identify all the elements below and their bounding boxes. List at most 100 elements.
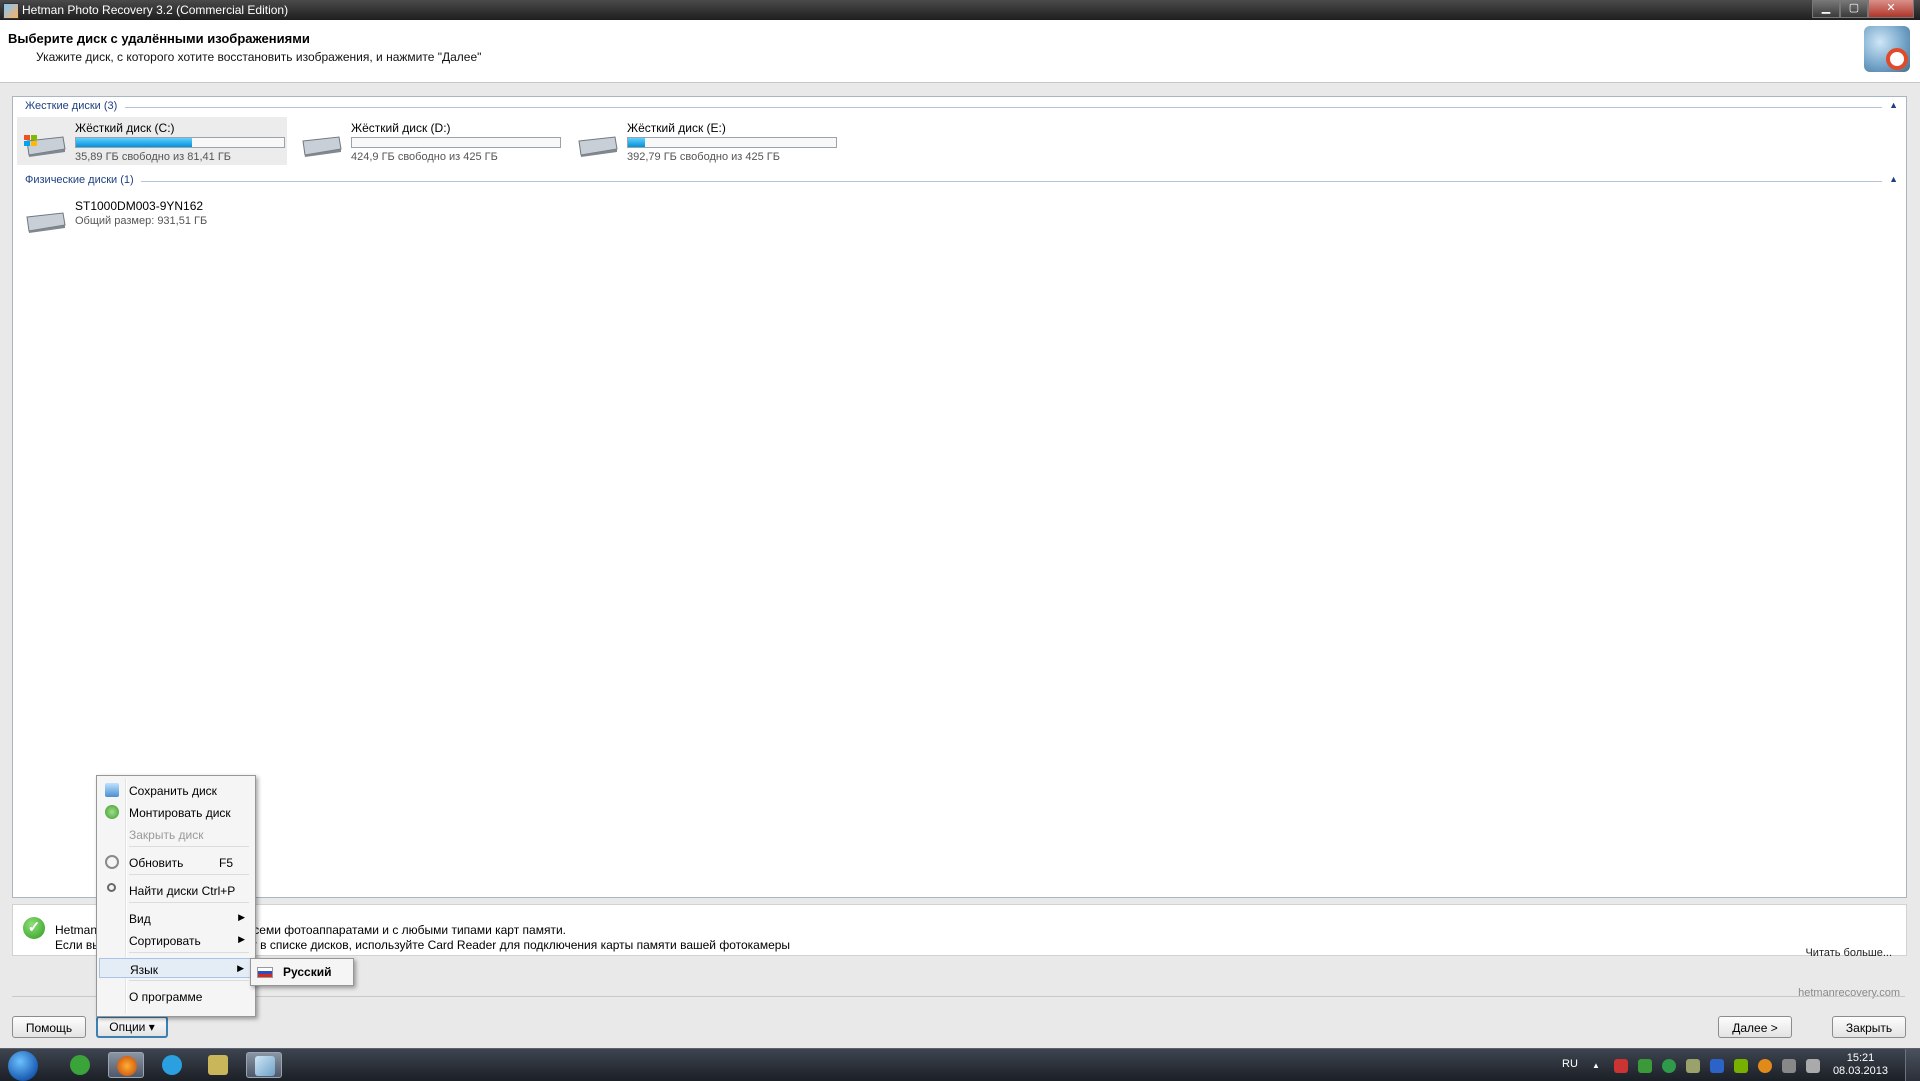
options-button[interactable]: Опции ▾ [96, 1016, 168, 1038]
menu-item-close-disk: Закрыть диск [129, 828, 204, 842]
hard-disk-icon [26, 212, 66, 233]
close-window-button[interactable]: ✕ [1868, 0, 1914, 18]
disk-total-size: Общий размер: 931,51 ГБ [75, 215, 208, 227]
flag-tray-icon[interactable] [1614, 1059, 1628, 1073]
hard-disk-icon [578, 136, 618, 157]
disk-usage-fill [76, 138, 193, 147]
collapse-hard-disks-icon[interactable]: ▲ [1889, 100, 1898, 110]
group-divider [125, 107, 1882, 108]
system-disk-icon [24, 135, 66, 157]
save-disk-icon [105, 783, 119, 797]
submenu-arrow-icon: ▶ [238, 934, 245, 944]
show-desktop-button[interactable] [1905, 1049, 1920, 1081]
options-menu: Сохранить диск Монтировать диск Закрыть … [96, 775, 256, 1017]
window-title: Hetman Photo Recovery 3.2 (Commercial Ed… [22, 3, 289, 17]
hard-disks-group-label: Жесткие диски (3) [25, 100, 118, 112]
next-button[interactable]: Далее > [1718, 1016, 1792, 1038]
network-tray-icon[interactable] [1782, 1059, 1796, 1073]
disk-free-space: 392,79 ГБ свободно из 425 ГБ [627, 151, 780, 163]
disk-usage-bar [627, 137, 837, 148]
menu-item-sort[interactable]: Сортировать ▶ [99, 930, 251, 950]
app-icon [3, 3, 19, 19]
nvidia-tray-icon[interactable] [1734, 1059, 1748, 1073]
menu-item-view[interactable]: Вид ▶ [99, 908, 251, 928]
utorrent-tray-icon[interactable] [1662, 1059, 1676, 1073]
footer-divider [12, 996, 1905, 997]
menu-separator [129, 874, 249, 875]
disk-usage-bar [351, 137, 561, 148]
photo-recovery-icon [255, 1056, 275, 1076]
find-disks-icon [107, 883, 116, 892]
close-button[interactable]: Закрыть [1832, 1016, 1906, 1038]
close-icon: ✕ [1886, 2, 1896, 14]
minimize-button[interactable]: ▁ [1812, 0, 1840, 18]
disk-usage-fill [628, 138, 645, 147]
taskbar: RU ▲ 15:21 08.03.2013 [0, 1048, 1920, 1081]
taskbar-app-utorrent[interactable] [62, 1052, 98, 1078]
checkmark-icon: ✓ [23, 917, 45, 939]
volume-tray-icon[interactable] [1806, 1059, 1820, 1073]
physical-disk-item[interactable]: ST1000DM003-9YN162 Общий размер: 931,51 … [17, 193, 287, 241]
taskbar-app-tools[interactable] [200, 1052, 236, 1078]
disk-item-d[interactable]: Жёсткий диск (D:) 424,9 ГБ свободно из 4… [293, 117, 563, 165]
maximize-icon: ▢ [1848, 2, 1860, 14]
firefox-icon [117, 1056, 137, 1076]
menu-item-about[interactable]: О программе [99, 986, 251, 1006]
menu-item-mount-disk[interactable]: Монтировать диск [99, 802, 251, 822]
clock-time: 15:21 [1846, 1052, 1875, 1064]
refresh-icon [105, 855, 119, 869]
taskbar-app-photo-recovery[interactable] [246, 1052, 282, 1078]
menu-item-language[interactable]: Язык ▶ [99, 958, 251, 978]
antivirus-tray-icon[interactable] [1638, 1059, 1652, 1073]
clock[interactable]: 15:21 08.03.2013 [1833, 1052, 1888, 1078]
page-subtitle: Укажите диск, с которого хотите восстано… [36, 50, 482, 64]
menu-item-refresh[interactable]: Обновить F5 [99, 852, 251, 872]
disk-free-space: 35,89 ГБ свободно из 81,41 ГБ [75, 151, 231, 163]
menu-separator [129, 846, 249, 847]
disk-name: Жёсткий диск (D:) [351, 121, 451, 135]
disk-item-c[interactable]: Жёсткий диск (C:) 35,89 ГБ свободно из 8… [17, 117, 287, 165]
russian-flag-icon [257, 967, 273, 978]
disk-usage-bar [75, 137, 285, 148]
page-title: Выберите диск с удалёнными изображениями [8, 31, 310, 46]
tools-tray-icon[interactable] [1686, 1059, 1700, 1073]
language-indicator[interactable]: RU [1562, 1058, 1578, 1070]
taskbar-app-firefox[interactable] [108, 1052, 144, 1078]
maximize-button[interactable]: ▢ [1840, 0, 1868, 18]
taskbar-app-zona[interactable] [154, 1052, 190, 1078]
language-option-russian[interactable]: Русский [283, 965, 332, 979]
disk-name: Жёсткий диск (C:) [75, 121, 175, 135]
power-tray-icon[interactable] [1758, 1059, 1772, 1073]
menu-separator [129, 980, 249, 981]
submenu-arrow-icon: ▶ [238, 912, 245, 922]
app-logo-icon [1864, 26, 1910, 72]
site-link: hetmanrecovery.com [1798, 987, 1900, 999]
wizard-header: Выберите диск с удалёнными изображениями… [0, 20, 1920, 83]
start-button-icon[interactable] [8, 1051, 38, 1081]
help-button[interactable]: Помощь [12, 1016, 86, 1038]
group-divider [141, 181, 1882, 182]
menu-item-save-disk[interactable]: Сохранить диск [99, 780, 251, 800]
disk-list-panel: Жесткие диски (3) ▲ Жёсткий диск (C:) 35… [12, 96, 1907, 898]
app-tray-icon[interactable] [1710, 1059, 1724, 1073]
tools-icon [208, 1055, 228, 1075]
show-hidden-icons-icon[interactable]: ▲ [1592, 1061, 1606, 1075]
menu-item-find-disks[interactable]: Найти диски Ctrl+P [99, 880, 251, 900]
disk-item-e[interactable]: Жёсткий диск (E:) 392,79 ГБ свободно из … [569, 117, 839, 165]
menu-separator [129, 952, 249, 953]
disk-name: ST1000DM003-9YN162 [75, 199, 204, 213]
info-panel: ✓ Hetman всеми фотоаппаратами и с любыми … [12, 904, 1907, 959]
zona-icon [162, 1055, 182, 1075]
minimize-icon: ▁ [1821, 2, 1831, 14]
disk-name: Жёсткий диск (E:) [627, 121, 726, 135]
hard-disk-icon [302, 136, 342, 157]
read-more-link[interactable]: Читать больше... [1805, 947, 1892, 959]
language-submenu: Русский [250, 958, 354, 986]
clock-date: 08.03.2013 [1832, 1065, 1888, 1077]
submenu-arrow-icon: ▶ [237, 963, 244, 973]
collapse-physical-disks-icon[interactable]: ▲ [1889, 174, 1898, 184]
mount-disk-icon [105, 805, 119, 819]
menu-separator [129, 902, 249, 903]
disk-free-space: 424,9 ГБ свободно из 425 ГБ [351, 151, 498, 163]
title-bar: Hetman Photo Recovery 3.2 (Commercial Ed… [0, 0, 1920, 20]
